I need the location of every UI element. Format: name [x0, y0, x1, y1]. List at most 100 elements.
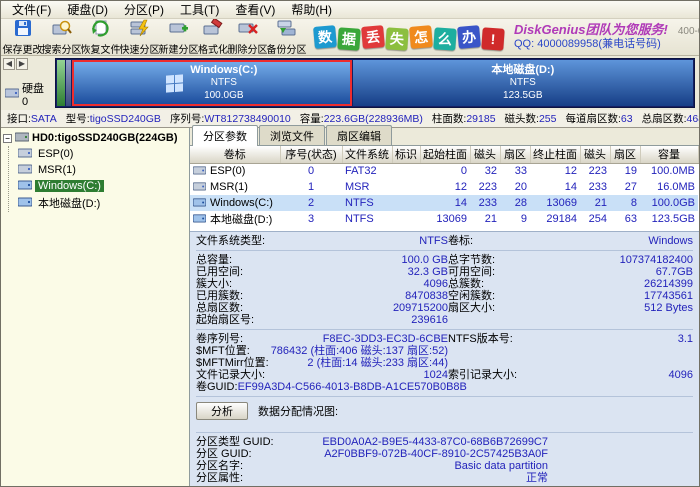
- cell-filesystem: NTFS: [342, 195, 392, 211]
- col-flag[interactable]: 标识: [392, 146, 420, 163]
- recover-files-button[interactable]: 恢复文件: [81, 20, 120, 54]
- quick-partition-icon: [130, 19, 150, 40]
- new-partition-button[interactable]: 新建分区: [159, 20, 198, 54]
- toolbar: 保存更改 搜索分区 恢复文件 快速分区 新建分区 格式化 删除分区 备份分区: [1, 19, 699, 56]
- partition-icon: [193, 181, 207, 194]
- cell-start-head: 21: [470, 211, 500, 227]
- search-partition-button[interactable]: 搜索分区: [42, 20, 81, 54]
- menu-view[interactable]: 查看(V): [227, 0, 283, 19]
- detail-value: 32.3 GB: [408, 266, 448, 278]
- ad-banner[interactable]: 数 据 丢 失 怎 么 办 ! DiskGenius团队为您服务! 400-00…: [314, 20, 700, 54]
- disk-info-value: 29185: [466, 113, 495, 125]
- delete-partition-button[interactable]: 删除分区: [228, 20, 267, 54]
- disk-tree-panel: − HD0:tigoSSD240GB(224GB) ESP(0) MSR(1) …: [1, 128, 190, 486]
- ad-tile: 据: [337, 27, 360, 50]
- tree-item-esp[interactable]: ESP(0): [18, 146, 187, 162]
- collapse-icon[interactable]: −: [3, 134, 12, 143]
- quick-partition-button[interactable]: 快速分区: [120, 20, 159, 54]
- tab-bar: 分区参数 浏览文件 扇区编辑: [190, 128, 699, 146]
- detail-value: Basic data partition: [454, 460, 548, 472]
- col-volume-label[interactable]: 卷标: [190, 146, 280, 163]
- backup-partition-button[interactable]: 备份分区: [267, 20, 306, 54]
- cell-volume-label: ESP(0): [210, 165, 245, 177]
- col-start-head[interactable]: 磁头: [470, 146, 500, 163]
- cell-end-sector: 63: [610, 211, 640, 227]
- partition-name: 本地磁盘(D:): [491, 64, 554, 78]
- ad-tile: 怎: [409, 25, 433, 49]
- cell-flag: [392, 179, 420, 195]
- tab-partition-params[interactable]: 分区参数: [192, 125, 258, 146]
- tree-item-windows-c[interactable]: Windows(C:): [18, 178, 187, 194]
- partition-icon: [193, 165, 207, 178]
- prev-disk-button[interactable]: ◀: [3, 58, 15, 70]
- col-capacity[interactable]: 容量: [640, 146, 698, 163]
- col-end-sector[interactable]: 扇区: [610, 146, 640, 163]
- next-disk-button[interactable]: ▶: [16, 58, 28, 70]
- detail-value: 512 Bytes: [644, 302, 693, 314]
- tree-item-local-disk-d[interactable]: 本地磁盘(D:): [18, 194, 187, 212]
- detail-value: 107374182400: [620, 254, 693, 266]
- cell-volume-label: 本地磁盘(D:): [210, 211, 272, 227]
- detail-value: EF99A3D4-C566-4013-B8DB-A1CE570B0B8B: [238, 381, 467, 393]
- tab-browse-files[interactable]: 浏览文件: [259, 125, 325, 145]
- col-end-cylinder[interactable]: 终止柱面: [530, 146, 580, 163]
- col-filesystem[interactable]: 文件系统: [342, 146, 392, 163]
- cell-capacity: 16.0MB: [640, 179, 698, 195]
- disk-info-label: 容量:: [300, 113, 324, 125]
- disk-info-value: 223.6GB(228936MB): [324, 113, 423, 125]
- disk-info-label: 总扇区数:: [642, 113, 687, 125]
- analyze-button[interactable]: 分析: [196, 402, 248, 420]
- detail-label: 卷标:: [448, 235, 473, 247]
- partition-icon: [18, 163, 32, 177]
- partition-block-msr[interactable]: [66, 60, 71, 106]
- col-start-sector[interactable]: 扇区: [500, 146, 530, 163]
- menu-file[interactable]: 文件(F): [4, 0, 59, 19]
- partition-size: 100.0GB: [190, 90, 257, 103]
- partition-fs: NTFS: [190, 77, 257, 90]
- detail-label: 已用簇数:: [196, 290, 243, 302]
- partition-table-area: 卷标 序号(状态) 文件系统 标识 起始柱面 磁头 扇区 终止柱面 磁头 扇区 …: [190, 146, 699, 231]
- tree-item-msr[interactable]: MSR(1): [18, 162, 187, 178]
- detail-label: 分区属性:: [196, 472, 243, 484]
- menu-disk[interactable]: 硬盘(D): [59, 0, 116, 19]
- format-button[interactable]: 格式化: [198, 20, 228, 54]
- detail-label: 可用空间:: [448, 266, 495, 278]
- tree-root-disk[interactable]: − HD0:tigoSSD240GB(224GB): [3, 131, 187, 145]
- partition-block-esp[interactable]: [57, 60, 65, 106]
- toolbar-button-label: 快速分区: [120, 41, 160, 56]
- diskgenius-window: 文件(F) 硬盘(D) 分区(P) 工具(T) 查看(V) 帮助(H) 保存更改…: [0, 0, 700, 487]
- detail-value: 786432 (柱面:406 磁头:137 扇区:52): [271, 345, 448, 357]
- table-row-local-disk-d[interactable]: 本地磁盘(D:) 3 NTFS 13069 21 9 29184 254 63 …: [190, 211, 698, 227]
- partition-block-d[interactable]: 本地磁盘(D:) NTFS 123.5GB: [353, 60, 693, 106]
- menu-tools[interactable]: 工具(T): [172, 0, 227, 19]
- cell-filesystem: NTFS: [342, 211, 392, 227]
- partition-fs: NTFS: [491, 77, 554, 90]
- disk-info-label: 柱面数:: [432, 113, 466, 125]
- detail-label: 分区名字:: [196, 460, 243, 472]
- separator: [196, 250, 693, 251]
- cell-volume-label: Windows(C:): [210, 197, 273, 209]
- menu-help[interactable]: 帮助(H): [283, 0, 340, 19]
- col-index-status[interactable]: 序号(状态): [280, 146, 342, 163]
- right-panel: 分区参数 浏览文件 扇区编辑 卷标 序号(状态) 文件系统: [190, 128, 699, 486]
- cell-end-cylinder: 12: [530, 163, 580, 179]
- col-start-cylinder[interactable]: 起始柱面: [420, 146, 470, 163]
- ad-contact: DiskGenius团队为您服务! 400-008-9958 QQ: 40000…: [514, 22, 700, 52]
- detail-label: 扇区大小:: [448, 302, 495, 314]
- save-changes-button[interactable]: 保存更改: [3, 20, 42, 54]
- table-row-esp[interactable]: ESP(0) 0 FAT32 0 32 33 12 223 19 100.0MB: [190, 163, 698, 179]
- cell-start-head: 32: [470, 163, 500, 179]
- toolbar-button-label: 删除分区: [228, 41, 268, 56]
- partition-block-c[interactable]: Windows(C:) NTFS 100.0GB: [72, 60, 352, 106]
- disk-info-label: 序列号:: [170, 113, 204, 125]
- menu-partition[interactable]: 分区(P): [116, 0, 172, 19]
- toolbar-button-label: 保存更改: [3, 41, 43, 56]
- col-end-head[interactable]: 磁头: [580, 146, 610, 163]
- tree-item-label: 本地磁盘(D:): [35, 195, 103, 211]
- table-row-msr[interactable]: MSR(1) 1 MSR 12 223 20 14 233 27 16.0MB: [190, 179, 698, 195]
- cell-index: 0: [280, 163, 342, 179]
- toolbar-button-label: 格式化: [198, 41, 228, 56]
- table-row-windows-c[interactable]: Windows(C:) 2 NTFS 14 233 28 13069 21 8 …: [190, 195, 698, 211]
- detail-label: 起始扇区号:: [196, 314, 254, 326]
- tab-sector-edit[interactable]: 扇区编辑: [326, 125, 392, 145]
